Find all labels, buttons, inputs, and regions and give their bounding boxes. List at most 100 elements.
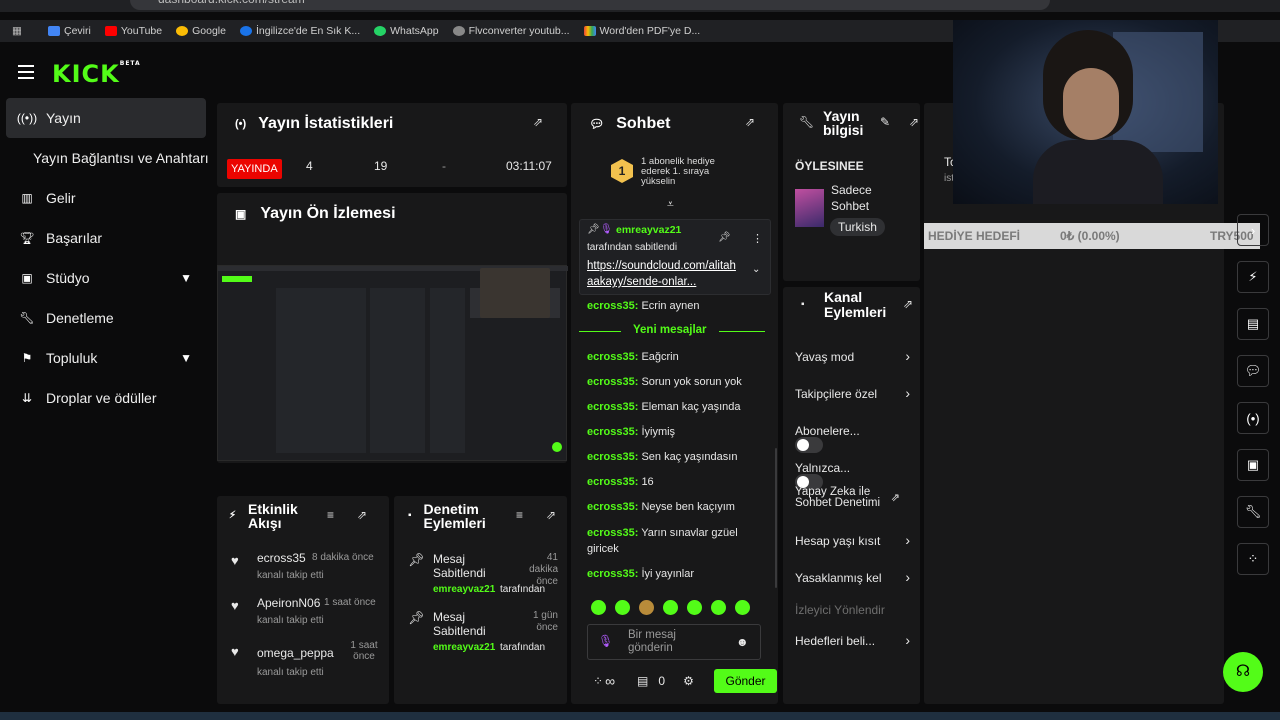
- popout-icon[interactable]: ⇗: [903, 297, 913, 311]
- trophy-icon: 🏆︎: [19, 231, 35, 245]
- broadcast-icon: ((•)): [16, 111, 38, 125]
- action-raid[interactable]: İzleyici Yönlendir: [795, 603, 910, 617]
- action-ai-moderation[interactable]: Yapay Zeka ile Sohbet Denetimi ⇗: [795, 486, 910, 509]
- bookmark-whatsapp[interactable]: WhatsApp: [374, 25, 439, 37]
- rail-broadcast-icon[interactable]: (•): [1237, 402, 1269, 434]
- nav-item-stream-key[interactable]: Yayın Bağlantısı ve Anahtarı: [0, 138, 212, 178]
- nav-item-achievements[interactable]: 🏆︎ Başarılar: [0, 218, 212, 258]
- activity-feed-panel: ⚡︎ Etkinlik Akışı ≡ ⇗ ♥ ecross35 8 dakika…: [217, 496, 389, 704]
- sub-goal-text: 1 abonelik hediye ederek 1. sıraya yükse…: [641, 156, 715, 187]
- chat-message: ecross35: Yarın sınavlar gzüel giricek: [587, 527, 738, 555]
- chevron-right-icon: ›: [905, 632, 910, 648]
- emote-icon[interactable]: [711, 600, 726, 615]
- converter-icon: [452, 26, 465, 36]
- mic-badge-icon: 🎙︎: [600, 224, 613, 235]
- chat-message: ecross35: Neyse ben kaçıyım: [587, 501, 735, 513]
- popout-icon[interactable]: ⇗: [533, 115, 543, 129]
- popout-icon[interactable]: ⇗: [546, 508, 556, 522]
- gift-goal-bar: HEDİYE HEDEFİ 0₺ (0.00%) TRY500: [924, 223, 1260, 249]
- unpin-icon[interactable]: 📌︎: [718, 232, 731, 243]
- rail-expand-icon[interactable]: ›: [1237, 214, 1269, 246]
- emote-icon[interactable]: [591, 600, 606, 615]
- nav-item-studio[interactable]: ▣ Stüdyo ▼: [0, 258, 212, 298]
- popout-icon[interactable]: ⇗: [357, 508, 367, 522]
- store-icon[interactable]: ▤: [637, 674, 648, 688]
- nav-item-drops[interactable]: ⇊ Droplar ve ödüller: [0, 378, 212, 418]
- rail-lightning-icon[interactable]: ⚡︎: [1237, 261, 1269, 293]
- mod-actions-panel: ▪ Denetim Eylemleri ≡ ⇗ 📌︎ Mesaj Sabitlen…: [394, 496, 567, 704]
- rail-notes-icon[interactable]: ▤: [1237, 308, 1269, 340]
- emote-icon[interactable]: [615, 600, 630, 615]
- chat-message: ecross35: Ecrin aynen: [587, 300, 700, 312]
- address-bar[interactable]: dashboard.kick.com/stream: [130, 0, 1050, 10]
- chat-message: ecross35: 16: [587, 476, 654, 488]
- stream-preview-video[interactable]: [217, 265, 568, 461]
- more-options-icon[interactable]: ⋮: [752, 232, 763, 245]
- external-link-icon: ⇗: [890, 492, 900, 504]
- chat-input[interactable]: 🎙︎ Bir mesaj gönderin ☻: [587, 624, 761, 660]
- live-badge: YAYINDA: [227, 159, 282, 179]
- heart-icon: ♥: [231, 553, 239, 568]
- action-slow-mode[interactable]: Yavaş mod ›: [795, 348, 910, 364]
- action-followers-only[interactable]: Takipçilere özel ›: [795, 385, 910, 401]
- bookmark-translate[interactable]: Çeviri: [48, 25, 91, 37]
- emote-icon[interactable]: [639, 600, 654, 615]
- chat-message: ecross35: Sorun yok sorun yok: [587, 376, 742, 388]
- filter-icon[interactable]: ≡: [516, 508, 523, 522]
- pinned-link[interactable]: https://soundcloud.com/alitahaakayy/send…: [587, 258, 739, 290]
- kick-logo[interactable]: KICKBETA: [52, 60, 141, 88]
- edit-pencil-icon[interactable]: ✎: [880, 115, 890, 129]
- action-account-age[interactable]: Hesap yaşı kısıt ›: [795, 532, 910, 548]
- youtube-icon: [104, 26, 117, 36]
- send-button[interactable]: Gönder: [714, 669, 777, 693]
- action-subscribers-only: Abonelere...: [795, 424, 910, 454]
- popout-icon[interactable]: ⇗: [909, 115, 919, 129]
- heart-icon: ♥: [231, 598, 239, 613]
- collapse-icon[interactable]: ⩡: [667, 197, 674, 212]
- mic-icon: 🎙︎: [598, 634, 614, 648]
- support-headset-icon[interactable]: ☊: [1223, 652, 1263, 692]
- points-icon: ⁘: [593, 674, 604, 688]
- rail-wrench-icon[interactable]: 🔧︎: [1237, 496, 1269, 528]
- apps-icon[interactable]: ▦: [0, 25, 48, 37]
- pinned-message: 📌︎ 🎙︎ emreayvaz21 tarafından sabitlendi …: [579, 219, 771, 295]
- nav-item-moderation[interactable]: 🔧︎ Denetleme: [0, 298, 212, 338]
- bookmark-word-pdf[interactable]: Word'den PDF'ye D...: [583, 25, 700, 37]
- nav-item-revenue[interactable]: ▥ Gelir: [0, 178, 212, 218]
- rail-channel-icon[interactable]: ⁘: [1237, 543, 1269, 575]
- emote-icon[interactable]: [735, 600, 750, 615]
- bookmark-english[interactable]: İngilizce'de En Sık K...: [239, 25, 360, 37]
- rail-preview-icon[interactable]: ▣: [1237, 449, 1269, 481]
- filter-icon[interactable]: ≡: [327, 508, 334, 522]
- nav-item-stream[interactable]: ((•)) Yayın: [6, 98, 206, 138]
- nav-item-community[interactable]: ⚑ Topluluk ▼: [0, 338, 212, 378]
- revenue-icon: ▥: [21, 191, 33, 205]
- pin-icon: 📌︎: [408, 552, 425, 567]
- studio-icon: ▣: [21, 271, 33, 285]
- bookmark-flvconverter[interactable]: Flvconverter youtub...: [452, 25, 570, 37]
- drops-icon: ⇊: [21, 391, 33, 405]
- action-set-goals[interactable]: Hedefleri beli... ›: [795, 632, 910, 648]
- chat-message: ecross35: Sen kaç yaşındasın: [587, 451, 738, 463]
- popout-icon[interactable]: ⇗: [745, 115, 755, 129]
- chevron-down-icon[interactable]: ⌄: [752, 264, 760, 275]
- heart-icon: ♥: [231, 644, 239, 659]
- hamburger-menu-icon[interactable]: [18, 65, 34, 79]
- emote-icon[interactable]: [663, 600, 678, 615]
- wrench-icon: 🔧︎: [799, 115, 815, 129]
- subscribers-toggle[interactable]: [795, 437, 823, 453]
- sub-goal-badge: 1: [611, 159, 633, 183]
- emoji-picker-icon[interactable]: ☻: [736, 635, 749, 649]
- bookmark-google[interactable]: Google: [176, 25, 226, 37]
- stream-title: ÖYLESINEE: [795, 159, 864, 173]
- chat-scrollbar[interactable]: [775, 448, 777, 588]
- bookmark-youtube[interactable]: YouTube: [104, 25, 162, 37]
- action-banned-words[interactable]: Yasaklanmış kel ›: [795, 569, 910, 585]
- emote-icon[interactable]: [687, 600, 702, 615]
- preview-icon: ▣: [235, 207, 247, 221]
- chat-bubble-icon: 💬︎: [589, 117, 605, 131]
- settings-gear-icon[interactable]: ⚙: [683, 674, 694, 688]
- chevron-right-icon: ›: [905, 348, 910, 364]
- chat-message: ecross35: Eağcrin: [587, 351, 679, 363]
- rail-chat-icon[interactable]: 💬︎: [1237, 355, 1269, 387]
